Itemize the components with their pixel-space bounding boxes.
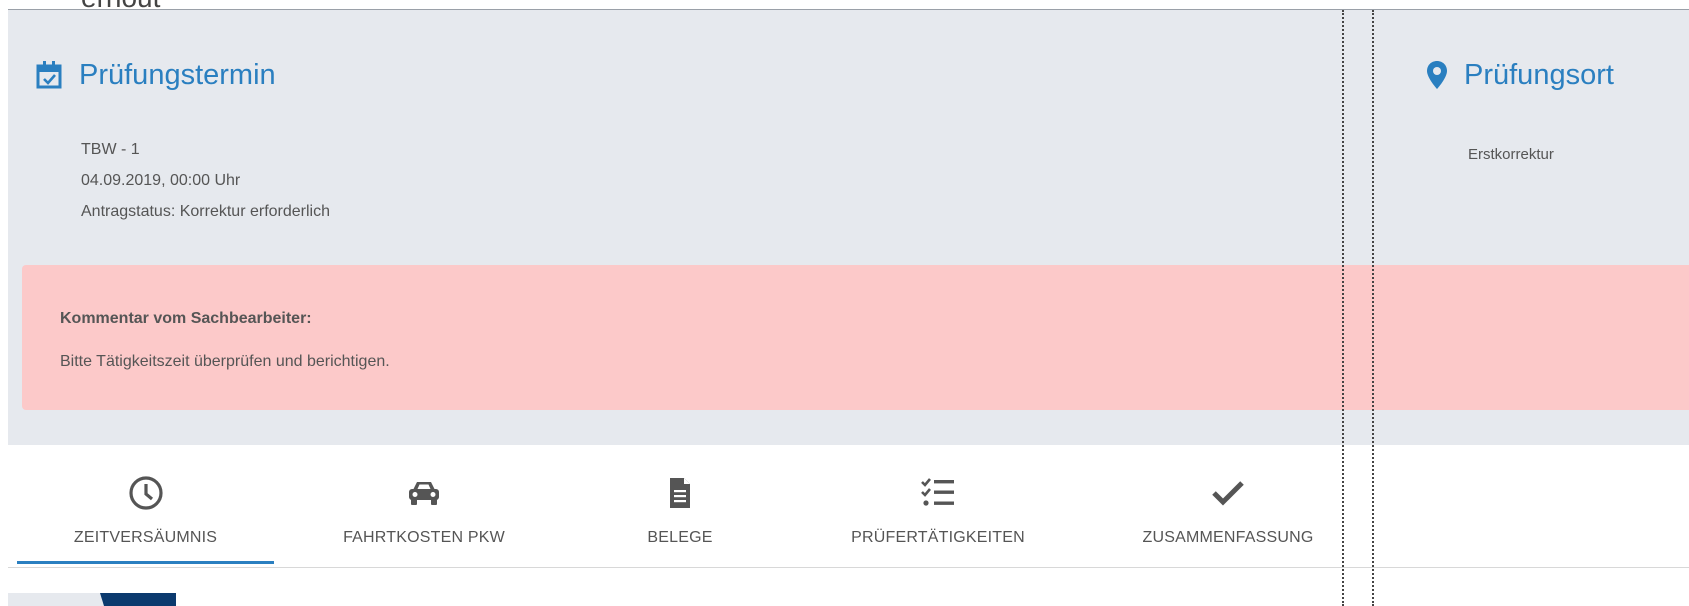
tab-fahrtkosten-pkw[interactable]: FAHRTKOSTEN PKW xyxy=(290,445,558,567)
comment-text: Bitte Tätigkeitszeit überprüfen und beri… xyxy=(60,353,390,370)
application-status: Antragstatus: Korrektur erforderlich xyxy=(81,203,330,220)
active-tab-indicator xyxy=(17,561,274,564)
exam-location-heading: Prüfungsort xyxy=(1424,58,1614,92)
tab-label: ZEITVERSÄUMNIS xyxy=(73,529,218,546)
tab-label: PRÜFERTÄTIGKEITEN xyxy=(851,529,1025,546)
tab-zusammenfassung[interactable]: ZUSAMMENFASSUNG xyxy=(1103,445,1353,567)
tab-belege[interactable]: BELEGE xyxy=(580,445,780,567)
dotted-divider-right xyxy=(1372,10,1374,606)
tab-bar-divider xyxy=(8,567,1689,568)
logo-fragment xyxy=(8,593,176,606)
tab-bar: ZEITVERSÄUMNIS FAHRTKOSTEN PKW BELEGE PR… xyxy=(8,445,1689,569)
exam-location-subtitle: Erstkorrektur xyxy=(1468,146,1554,163)
comment-title: Kommentar vom Sachbearbeiter: xyxy=(60,310,312,327)
exam-date-title: Prüfungstermin xyxy=(79,58,276,91)
calendar-check-icon xyxy=(35,58,63,92)
document-icon xyxy=(660,473,700,513)
exam-details: TBW - 1 04.09.2019, 00:00 Uhr Antragstat… xyxy=(81,134,330,227)
tab-pruefertaetigkeiten[interactable]: PRÜFERTÄTIGKEITEN xyxy=(808,445,1068,567)
checklist-icon xyxy=(918,473,958,513)
checkmark-icon xyxy=(1208,473,1248,513)
tab-label: BELEGE xyxy=(647,529,713,546)
car-icon xyxy=(404,473,444,513)
tab-label: FAHRTKOSTEN PKW xyxy=(343,529,505,546)
tab-zeitversaeumnis[interactable]: ZEITVERSÄUMNIS xyxy=(17,445,274,567)
exam-datetime: 04.09.2019, 00:00 Uhr xyxy=(81,172,241,189)
tab-label: ZUSAMMENFASSUNG xyxy=(1142,529,1314,546)
clerk-comment-box: Kommentar vom Sachbearbeiter: Bitte Täti… xyxy=(22,265,1689,410)
exam-code: TBW - 1 xyxy=(81,141,140,158)
exam-location-title: Prüfungsort xyxy=(1464,58,1614,91)
dotted-divider-left xyxy=(1342,10,1344,606)
exam-date-heading: Prüfungstermin xyxy=(35,58,276,92)
clock-icon xyxy=(126,473,166,513)
map-marker-icon xyxy=(1424,58,1450,92)
